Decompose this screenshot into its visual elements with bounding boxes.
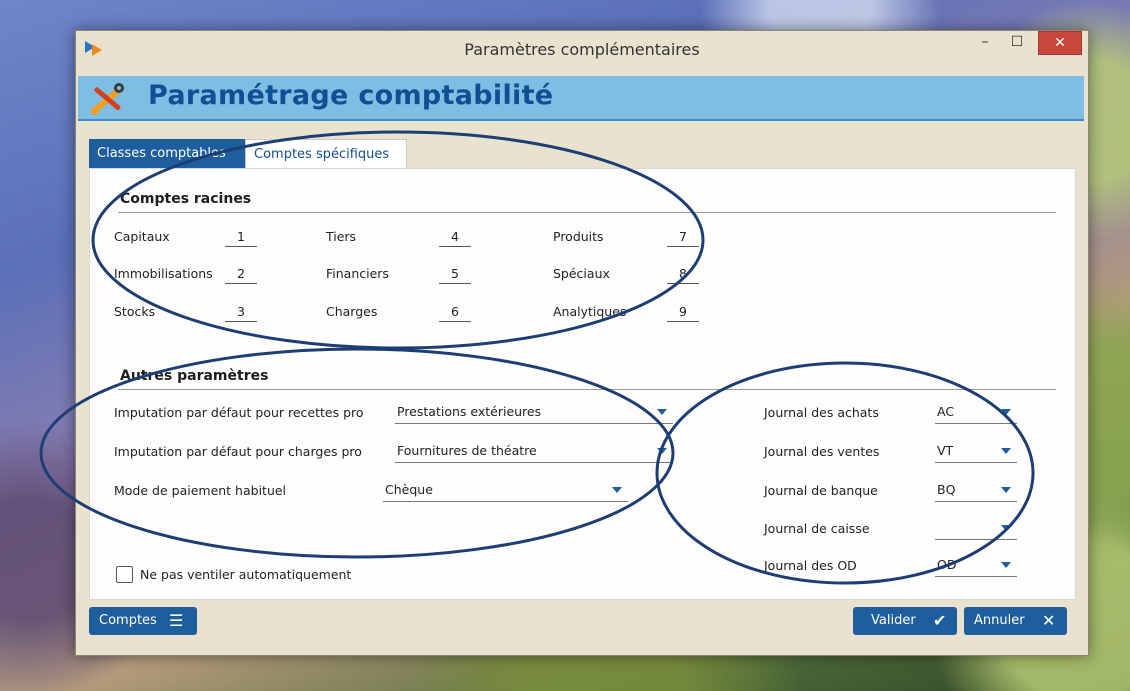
comptes-button[interactable]: Comptes ☰ [89, 607, 197, 635]
select-value: OD [937, 557, 957, 572]
select-value: AC [937, 404, 955, 419]
select-value: VT [937, 443, 954, 458]
valider-button[interactable]: Valider ✔ [853, 607, 957, 635]
chevron-down-icon [1001, 487, 1011, 493]
ventiler-checkbox[interactable] [116, 566, 133, 583]
label-journal-ventes: Journal des ventes [764, 444, 880, 459]
label-produits: Produits [553, 229, 604, 244]
select-journal-caisse[interactable] [935, 518, 1017, 540]
select-imputation-recettes[interactable]: Prestations extérieures [395, 402, 673, 424]
input-financiers[interactable]: 5 [439, 266, 471, 284]
tab-classes-comptables[interactable]: Classes comptables [89, 139, 245, 168]
select-journal-achats[interactable]: AC [935, 402, 1017, 424]
dialog-window: Paramètres complémentaires – ☐ ✕ Paramét… [75, 30, 1089, 656]
close-icon: ✕ [1042, 611, 1056, 630]
input-capitaux[interactable]: 1 [225, 229, 257, 247]
list-icon: ☰ [169, 611, 184, 630]
section-divider [118, 389, 1056, 390]
input-immobilisations[interactable]: 2 [225, 266, 257, 284]
ventiler-checkbox-label[interactable]: Ne pas ventiler automatiquement [140, 567, 351, 582]
select-value: Prestations extérieures [397, 404, 542, 419]
input-speciaux[interactable]: 8 [667, 266, 699, 284]
label-journal-banque: Journal de banque [764, 483, 878, 498]
tab-content: Comptes racines Capitaux 1 Immobilisatio… [89, 168, 1076, 600]
select-imputation-charges[interactable]: Fournitures de théatre [395, 441, 673, 463]
page-title: Paramétrage comptabilité [148, 80, 554, 111]
section-title-autres-parametres: Autres paramètres [120, 368, 269, 384]
minimize-button[interactable]: – [969, 31, 1001, 55]
label-capitaux: Capitaux [114, 229, 170, 244]
label-financiers: Financiers [326, 266, 389, 281]
select-journal-banque[interactable]: BQ [935, 480, 1017, 502]
label-analytiques: Analytiques [553, 304, 627, 319]
label-speciaux: Spéciaux [553, 266, 610, 281]
close-button[interactable]: ✕ [1038, 31, 1082, 55]
chevron-down-icon [657, 409, 667, 415]
label-journal-caisse: Journal de caisse [764, 521, 870, 536]
chevron-down-icon [612, 487, 622, 493]
input-stocks[interactable]: 3 [225, 304, 257, 322]
input-produits[interactable]: 7 [667, 229, 699, 247]
chevron-down-icon [1001, 525, 1011, 531]
tab-comptes-specifiques[interactable]: Comptes spécifiques [245, 139, 407, 168]
select-value: Fournitures de théatre [397, 443, 537, 458]
select-value: Chèque [385, 482, 433, 497]
chevron-down-icon [1001, 562, 1011, 568]
tools-icon [91, 83, 124, 115]
chevron-down-icon [1001, 448, 1011, 454]
chevron-down-icon [657, 448, 667, 454]
select-journal-ventes[interactable]: VT [935, 441, 1017, 463]
label-stocks: Stocks [114, 304, 156, 319]
annuler-button[interactable]: Annuler ✕ [964, 607, 1067, 635]
label-mode-paiement: Mode de paiement habituel [114, 483, 287, 498]
input-charges[interactable]: 6 [439, 304, 471, 322]
window-title: Paramètres complémentaires [464, 40, 700, 59]
label-journal-achats: Journal des achats [764, 405, 879, 420]
title-bar[interactable]: Paramètres complémentaires – ☐ ✕ [76, 31, 1088, 69]
valider-button-label: Valider [871, 613, 916, 628]
chevron-down-icon [1001, 409, 1011, 415]
label-imputation-charges: Imputation par défaut pour charges pro [114, 444, 362, 459]
input-tiers[interactable]: 4 [439, 229, 471, 247]
label-immobilisations: Immobilisations [114, 266, 213, 281]
check-icon: ✔ [933, 611, 947, 630]
annuler-button-label: Annuler [974, 613, 1025, 628]
section-divider [118, 212, 1056, 213]
page-header: Paramétrage comptabilité [78, 76, 1084, 121]
label-charges: Charges [326, 304, 378, 319]
label-journal-od: Journal des OD [764, 558, 857, 573]
maximize-button[interactable]: ☐ [1001, 31, 1033, 55]
label-imputation-recettes: Imputation par défaut pour recettes pro [114, 405, 364, 420]
select-value: BQ [937, 482, 956, 497]
select-journal-od[interactable]: OD [935, 555, 1017, 577]
label-tiers: Tiers [326, 229, 357, 244]
input-analytiques[interactable]: 9 [667, 304, 699, 322]
select-mode-paiement[interactable]: Chèque [383, 480, 628, 502]
comptes-button-label: Comptes [99, 613, 157, 628]
section-title-comptes-racines: Comptes racines [120, 191, 252, 207]
